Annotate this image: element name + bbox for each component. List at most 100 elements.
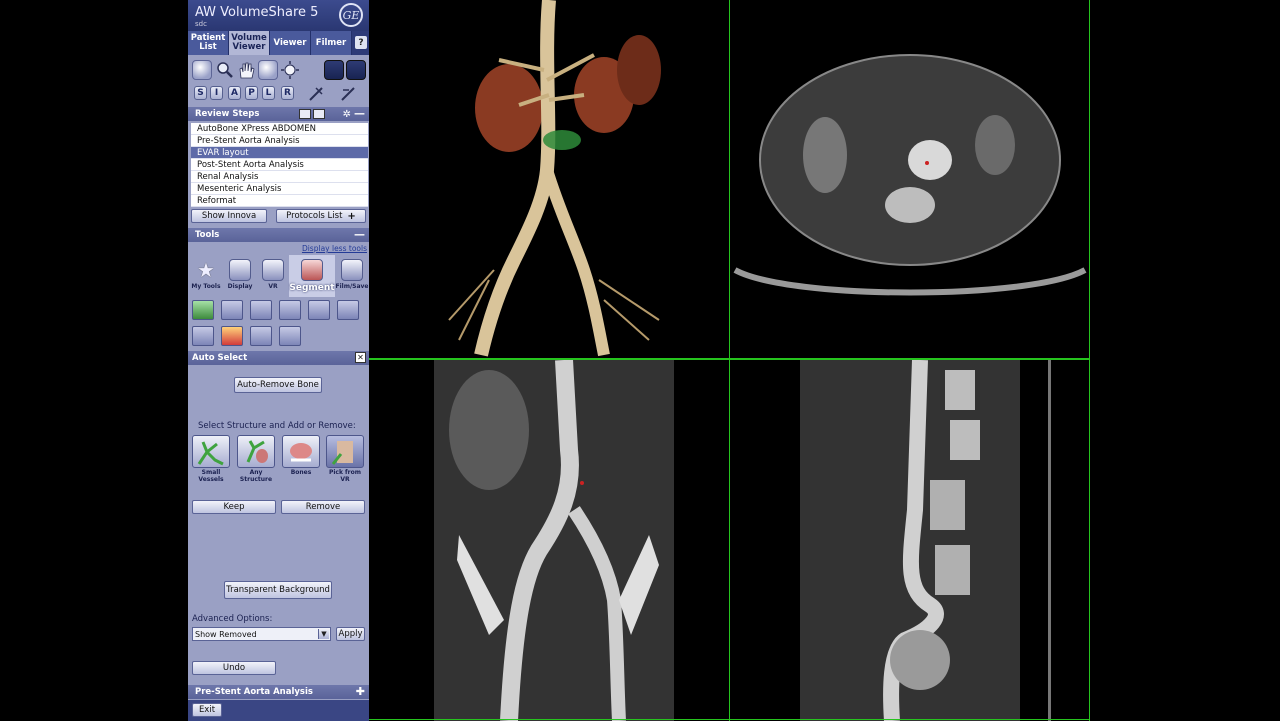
collapse-icon[interactable]: — (354, 107, 365, 121)
sculpt-tool-icon[interactable] (250, 300, 272, 320)
review-steps-header: Review Steps ✲ — (188, 107, 369, 121)
category-label: My Tools (191, 283, 221, 290)
tab-volume-viewer[interactable]: Volume Viewer (229, 31, 270, 55)
viewport-sagittal[interactable] (730, 360, 1089, 721)
small-vessels-icon (197, 441, 224, 466)
app-title: AW VolumeShare 5 (195, 5, 319, 20)
category-vr[interactable]: VR (256, 255, 290, 297)
orient-posterior-button[interactable]: P (245, 86, 258, 100)
list-item-selected[interactable]: EVAR layout (191, 147, 368, 159)
orient-left-button[interactable]: L (262, 86, 275, 100)
viewport-divider-bottom (369, 719, 1090, 720)
category-segment[interactable]: Segment (289, 255, 335, 297)
auto-select-tool-icon[interactable] (192, 300, 214, 320)
close-icon[interactable]: ✕ (355, 352, 366, 363)
control-panel: AW VolumeShare 5 sdc GE Patient List Vol… (188, 0, 369, 721)
list-item[interactable]: AutoBone XPress ABDOMEN (191, 123, 368, 135)
film-icon[interactable] (313, 109, 325, 119)
remove-button[interactable]: Remove (281, 500, 365, 514)
display-less-tools-link[interactable]: Display less tools (302, 244, 367, 253)
any-structure-icon (246, 440, 268, 463)
measure-tool-icon[interactable] (279, 326, 301, 346)
paint-tool-icon[interactable] (192, 326, 214, 346)
list-item[interactable]: Renal Analysis (191, 171, 368, 183)
pick-from-vr-label: Pick from VR (328, 469, 362, 483)
zoom-icon[interactable] (215, 60, 235, 80)
tab-filmer[interactable]: Filmer (311, 31, 352, 55)
vascular-3d-render-image (448, 0, 661, 357)
small-vessels-button[interactable] (192, 435, 230, 468)
exit-button[interactable]: Exit (192, 703, 222, 717)
pan-hand-icon[interactable] (236, 60, 256, 80)
selected-option: Show Removed (195, 630, 257, 639)
bones-icon (290, 443, 312, 462)
settings-gear-icon[interactable]: ✲ (343, 108, 351, 122)
collapse-icon[interactable]: — (354, 228, 365, 242)
category-my-tools[interactable]: ★ My Tools (189, 255, 223, 297)
plus-icon: + (347, 210, 356, 222)
list-item[interactable]: Mesenteric Analysis (191, 183, 368, 195)
viewport-divider-horizontal (369, 358, 1090, 360)
tab-viewer[interactable]: Viewer (270, 31, 311, 55)
pick-from-vr-icon (331, 441, 353, 465)
star-icon: ★ (197, 258, 215, 282)
bones-button[interactable] (282, 435, 320, 468)
tools-header: Tools — (188, 228, 369, 242)
category-label: VR (268, 283, 278, 290)
axial-ct-image (733, 54, 1087, 296)
region-grow-tool-icon[interactable] (221, 300, 243, 320)
plus-icon[interactable]: ✚ (356, 685, 365, 699)
rotate-3d-icon[interactable] (192, 60, 212, 80)
remove-table-tool-icon[interactable] (279, 300, 301, 320)
viewport-coronal[interactable] (369, 360, 729, 721)
apply-button[interactable]: Apply (336, 627, 365, 641)
category-film-save[interactable]: Film/Save (335, 255, 369, 297)
list-item[interactable]: Post-Stent Aorta Analysis (191, 159, 368, 171)
orient-inferior-button[interactable]: I (210, 86, 223, 100)
show-innova-button[interactable]: Show Innova (191, 209, 267, 223)
tab-patient-list[interactable]: Patient List (188, 31, 229, 55)
nav-toolbar (188, 58, 369, 84)
threshold-tool-icon[interactable] (250, 326, 272, 346)
advanced-options-select[interactable]: Show Removed ▼ (192, 627, 331, 641)
list-item[interactable]: Reformat (191, 195, 368, 207)
save-icon[interactable] (299, 109, 311, 119)
any-structure-button[interactable] (237, 435, 275, 468)
orient-anterior-button[interactable]: A (228, 86, 241, 100)
review-steps-title: Review Steps (195, 109, 260, 119)
tool-categories: ★ My Tools Display VR Segment Film/Save (188, 255, 369, 297)
bones-label: Bones (290, 469, 312, 476)
reset-view-icon[interactable] (338, 84, 358, 104)
rotate-icon[interactable] (258, 60, 278, 80)
vr-icon (262, 259, 284, 281)
auto-select-header: Auto Select ✕ (188, 351, 369, 365)
coronal-ct-image (434, 360, 674, 721)
ge-logo-icon: GE (339, 3, 363, 27)
auto-remove-bone-button[interactable]: Auto-Remove Bone (234, 377, 322, 393)
help-button[interactable]: ? (355, 36, 367, 49)
current-protocol-label: Pre-Stent Aorta Analysis (195, 687, 313, 697)
viewport-3d-volume-render[interactable] (369, 0, 729, 358)
chevron-down-icon[interactable]: ▼ (318, 629, 329, 639)
pick-from-vr-button[interactable] (326, 435, 364, 468)
undo-button[interactable]: Undo (192, 661, 276, 675)
layout-icon-1[interactable] (324, 60, 344, 80)
protocols-list-button[interactable]: Protocols List + (276, 209, 366, 223)
viewport-axial[interactable] (730, 0, 1089, 358)
cut-plane-icon[interactable] (306, 84, 326, 104)
window-level-icon[interactable] (280, 60, 300, 80)
list-item[interactable]: Pre-Stent Aorta Analysis (191, 135, 368, 147)
orient-superior-button[interactable]: S (194, 86, 207, 100)
keep-button[interactable]: Keep (192, 500, 276, 514)
orient-right-button[interactable]: R (281, 86, 294, 100)
category-display[interactable]: Display (223, 255, 257, 297)
scissors-icon (301, 259, 323, 281)
sagittal-ct-image (800, 360, 1051, 721)
add-object-tool-icon[interactable] (308, 300, 330, 320)
layout-icon-2[interactable] (346, 60, 366, 80)
protocol-bar: Pre-Stent Aorta Analysis ✚ (188, 685, 369, 699)
small-vessels-label: Small Vessels (198, 469, 224, 483)
edit-object-tool-icon[interactable] (337, 300, 359, 320)
color-tool-icon[interactable] (221, 326, 243, 346)
transparent-background-button[interactable]: Transparent Background (224, 581, 332, 599)
